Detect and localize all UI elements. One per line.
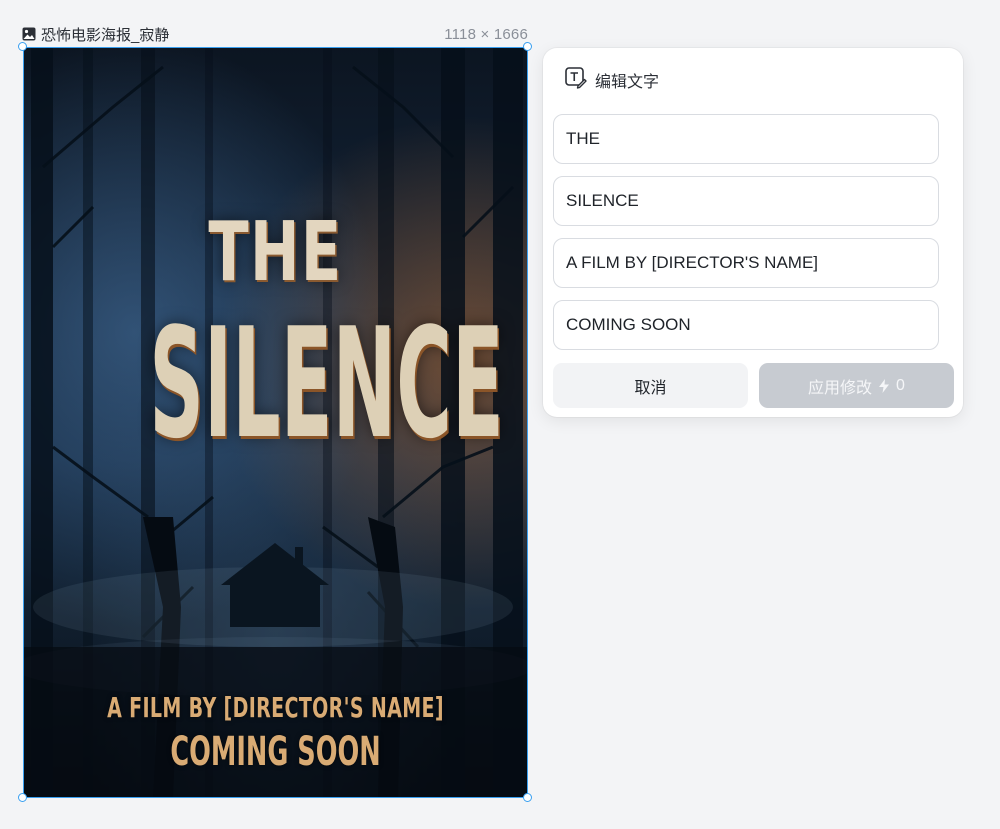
poster-director-credit: A FILM BY [DIRECTOR'S NAME] bbox=[107, 691, 444, 724]
cancel-button[interactable]: 取消 bbox=[553, 363, 748, 408]
apply-button-label: 应用修改 bbox=[808, 379, 873, 397]
text-field-the[interactable] bbox=[553, 114, 939, 164]
asset-title[interactable]: 恐怖电影海报_寂静 bbox=[41, 24, 169, 45]
edit-text-panel: 编辑文字 取消 应用修改 0 bbox=[543, 48, 963, 417]
cabin bbox=[221, 543, 329, 627]
poster-image[interactable]: THE SILENCE A FILM BY [DIRECTOR'S NAME] … bbox=[23, 47, 528, 798]
panel-header: 编辑文字 bbox=[565, 66, 660, 94]
apply-changes-button[interactable]: 应用修改 0 bbox=[759, 363, 954, 408]
resize-handle-top-right[interactable] bbox=[523, 42, 532, 51]
text-field-silence[interactable] bbox=[553, 176, 939, 226]
image-icon bbox=[22, 27, 36, 41]
asset-dimensions: 1118 × 1666 bbox=[444, 25, 528, 43]
bolt-icon bbox=[878, 378, 890, 393]
asset-title-group: 恐怖电影海报_寂静 bbox=[22, 24, 169, 45]
panel-title: 编辑文字 bbox=[595, 74, 660, 91]
poster-title-the: THE bbox=[208, 205, 343, 300]
apply-cost: 0 bbox=[896, 376, 905, 394]
poster-coming-soon: COMING SOON bbox=[170, 729, 381, 775]
text-field-director[interactable] bbox=[553, 238, 939, 288]
text-field-coming-soon[interactable] bbox=[553, 300, 939, 350]
resize-handle-bottom-right[interactable] bbox=[523, 793, 532, 802]
poster-title-silence: SILENCE bbox=[149, 295, 504, 472]
resize-handle-top-left[interactable] bbox=[18, 42, 27, 51]
cancel-button-label: 取消 bbox=[634, 379, 667, 397]
text-edit-icon bbox=[565, 66, 587, 94]
asset-header: 恐怖电影海报_寂静 1118 × 1666 bbox=[22, 24, 528, 44]
resize-handle-bottom-left[interactable] bbox=[18, 793, 27, 802]
